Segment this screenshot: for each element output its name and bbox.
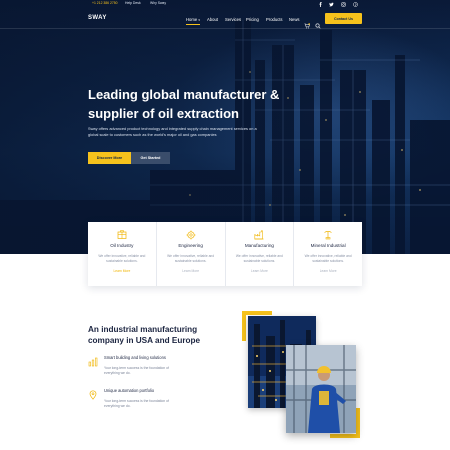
automation-location-icon (88, 387, 98, 400)
cart-icon[interactable] (304, 16, 310, 28)
instagram-icon[interactable] (340, 1, 346, 7)
service-card-oil-industry[interactable]: Oil Industry We offer innovative, reliab… (88, 222, 157, 286)
site-logo[interactable]: SWAY (88, 15, 107, 21)
phone-number[interactable]: +1 212 386 2750 (92, 1, 118, 5)
hero-section: +1 212 386 2750 Help Desk Why Sway SWAY … (0, 0, 450, 254)
help-desk-link[interactable]: Help Desk (125, 1, 141, 5)
nav-item-products[interactable]: Products (266, 17, 283, 22)
learn-more-link[interactable]: Learn More (294, 269, 362, 273)
contact-us-button[interactable]: Contact Us (325, 13, 362, 24)
oil-pump-icon (117, 227, 127, 239)
nav-item-home[interactable]: Home ▾ (186, 16, 200, 25)
service-title: Manufacturing (244, 243, 274, 248)
service-description: We offer innovative, reliable and sustai… (304, 254, 352, 263)
learn-more-link[interactable]: Learn More (157, 269, 225, 273)
facebook-icon[interactable] (317, 1, 323, 7)
main-navbar: SWAY Home ▾ About Services Pricing Produ… (0, 9, 450, 29)
about-title: An industrial manufacturing company in U… (88, 325, 201, 345)
service-card-mineral-industrial[interactable]: Mineral Industrial We offer innovative, … (294, 222, 362, 286)
mining-icon (323, 227, 333, 240)
feature-title: Unique automation portfolio (104, 388, 155, 393)
building-chart-icon (88, 354, 98, 367)
service-title: Engineering (178, 243, 203, 248)
twitter-icon[interactable] (328, 1, 334, 7)
services-cards: Oil Industry We offer innovative, reliab… (88, 222, 362, 286)
why-sway-link[interactable]: Why Sway (150, 1, 166, 5)
discover-more-button[interactable]: Discover More (88, 152, 131, 164)
top-info-bar: +1 212 386 2750 Help Desk Why Sway (0, 0, 450, 9)
feature-text: Your long-term success is the foundation… (104, 399, 169, 408)
service-description: We offer innovative, reliable and sustai… (98, 254, 146, 263)
feature-title: Smart building and living solutions (104, 355, 166, 360)
nav-item-about[interactable]: About (207, 17, 218, 22)
service-title: Mineral Industrial (310, 243, 346, 248)
learn-more-link[interactable]: Learn More (88, 269, 156, 273)
nav-item-pricing[interactable]: Pricing (246, 17, 259, 22)
service-description: We offer innovative, reliable and sustai… (235, 254, 283, 263)
nav-item-news[interactable]: News (289, 17, 299, 22)
service-description: We offer innovative, reliable and sustai… (167, 254, 215, 263)
factory-icon (254, 227, 264, 240)
feature-text: Your long-term success is the foundation… (104, 366, 169, 375)
service-card-engineering[interactable]: Engineering We offer innovative, reliabl… (157, 222, 226, 286)
learn-more-link[interactable]: Learn More (226, 269, 294, 273)
service-card-manufacturing[interactable]: Manufacturing We offer innovative, relia… (226, 222, 295, 286)
hero-title: Leading global manufacturer & supplier o… (88, 87, 280, 121)
hero-subtitle: Sway offers advanced product technology … (88, 126, 257, 137)
get-started-button[interactable]: Get Started (131, 152, 170, 164)
gear-icon (186, 227, 196, 240)
search-icon[interactable] (315, 16, 321, 28)
engineer-worker-photo (286, 345, 356, 433)
nav-item-services[interactable]: Services (225, 17, 241, 22)
pinterest-icon[interactable] (352, 1, 358, 7)
service-title: Oil Industry (110, 243, 134, 248)
nav-item-label: Home (186, 16, 198, 22)
chevron-down-icon: ▾ (198, 17, 200, 22)
